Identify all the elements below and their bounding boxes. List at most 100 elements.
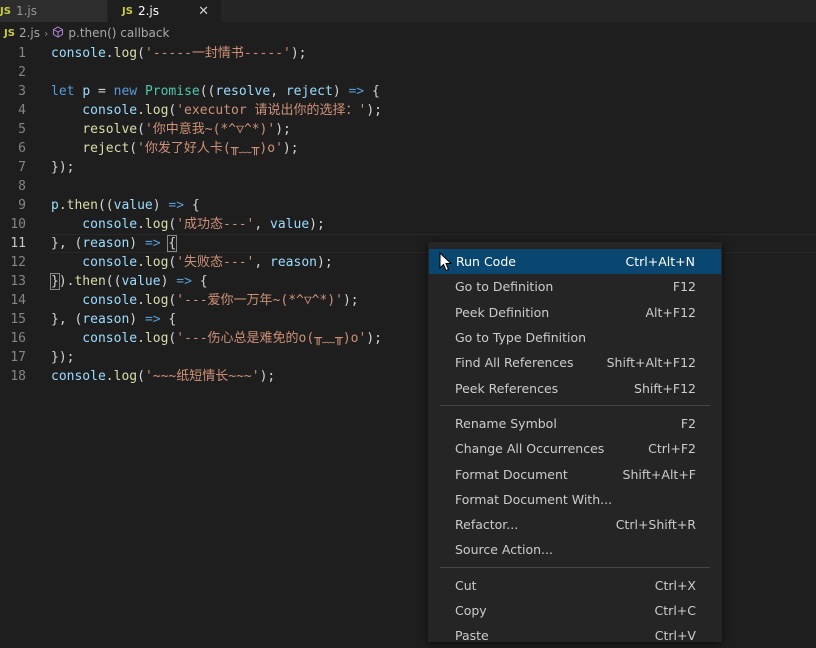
menu-item-format-document[interactable]: Format Document Shift+Alt+F (428, 461, 722, 486)
mouse-pointer-icon (439, 252, 453, 272)
menu-item-label: Refactor... (455, 517, 519, 533)
menu-item-go-to-type-definition[interactable]: Go to Type Definition (428, 325, 722, 350)
code-token: '~~~纸短情长~~~' (144, 369, 260, 384)
code-token: , (254, 217, 271, 232)
menu-item-label: Format Document (455, 466, 568, 482)
js-file-icon: JS (122, 5, 133, 17)
line-number: 5 (18, 122, 26, 137)
code-token: => (144, 236, 161, 251)
code-token: ); (317, 255, 333, 270)
code-line[interactable]: 8 (0, 177, 816, 196)
menu-item-shortcut: Shift+Alt+F (622, 466, 696, 482)
code-token: value (121, 274, 161, 289)
menu-item-paste[interactable]: Paste Ctrl+V (428, 623, 722, 648)
code-token: then (66, 198, 98, 213)
code-token: resolve (82, 122, 138, 137)
code-token: log (144, 217, 169, 232)
menu-item-shortcut: Ctrl+Alt+N (625, 254, 695, 270)
line-number: 3 (18, 84, 26, 99)
menu-item-source-action[interactable]: Source Action... (428, 537, 722, 562)
line-number: 6 (18, 141, 26, 156)
menu-item-go-to-definition[interactable]: Go to Definition F12 (428, 274, 722, 299)
code-line[interactable]: 5 resolve('你中意我~(*^▽^*)'); (0, 120, 816, 139)
code-line[interactable]: 6 reject('你发了好人卡(╥﹏╥)o'); (0, 139, 816, 158)
bracket-match: { (167, 235, 178, 252)
menu-item-shortcut: Shift+F12 (634, 380, 696, 396)
code-token: }, ( (51, 312, 83, 327)
code-token: ); (366, 331, 382, 346)
tab-label: 1.js (15, 4, 37, 18)
code-token: ). (58, 274, 75, 289)
menu-item-label: Run Code (456, 254, 516, 270)
code-token: '---爱你一万年~(*^▽^*)' (176, 293, 343, 308)
menu-item-find-all-references[interactable]: Find All References Shift+Alt+F12 (428, 350, 722, 375)
code-token: ) (129, 236, 145, 251)
code-token: . (137, 293, 145, 308)
code-line[interactable]: 4 console.log('executor 请说出你的选择：'); (0, 101, 816, 120)
code-token: p (82, 84, 91, 99)
code-token: '---伤心总是难免的o(╥﹏╥)o' (176, 331, 367, 346)
code-line[interactable]: 3 let p = new Promise((resolve, reject) =… (0, 82, 816, 101)
menu-item-cut[interactable]: Cut Ctrl+X (428, 573, 722, 598)
menu-item-format-document-with[interactable]: Format Document With... (428, 487, 722, 512)
line-number: 10 (10, 217, 26, 232)
code-text: }).then((value) => { (50, 272, 208, 291)
code-token: ); (275, 122, 291, 137)
js-file-icon: JS (4, 27, 15, 39)
breadcrumb-symbol[interactable]: p.then() callback (68, 26, 169, 40)
menu-item-shortcut: Ctrl+F2 (648, 441, 696, 457)
code-token: '成功态---' (176, 217, 255, 232)
menu-item-copy[interactable]: Copy Ctrl+C (428, 598, 722, 623)
code-token: { (191, 274, 208, 289)
menu-item-change-all-occurrences[interactable]: Change All Occurrences Ctrl+F2 (428, 436, 722, 461)
menu-item-peek-definition[interactable]: Peek Definition Alt+F12 (428, 300, 722, 325)
code-line[interactable]: 10 console.log('成功态---', value); (0, 215, 816, 234)
menu-item-shortcut: Ctrl+X (654, 577, 696, 593)
code-token: = (90, 84, 114, 99)
tab-1-js[interactable]: JS 1.js (0, 0, 108, 22)
code-line[interactable]: 7}); (0, 158, 816, 177)
code-token: log (144, 293, 169, 308)
menu-separator (440, 404, 710, 406)
code-token: (( (105, 274, 122, 289)
line-number: 18 (10, 369, 26, 384)
menu-item-shortcut: F2 (680, 415, 696, 431)
code-token: ); (309, 217, 325, 232)
code-token: Promise (144, 84, 200, 99)
code-token: new (113, 84, 145, 99)
code-text: console.log('-----一封情书-----'); (51, 44, 307, 63)
code-token: ) (160, 274, 177, 289)
code-line[interactable]: 1 console.log('-----一封情书-----'); (0, 44, 816, 63)
breadcrumb-file[interactable]: 2.js (19, 26, 40, 40)
code-token: console (51, 293, 138, 308)
menu-item-shortcut: F12 (672, 279, 696, 295)
code-token: console (51, 255, 138, 270)
menu-item-refactor[interactable]: Refactor... Ctrl+Shift+R (428, 512, 722, 537)
code-token: ( (137, 369, 145, 384)
menu-item-shortcut: Ctrl+Shift+R (615, 517, 696, 533)
close-icon[interactable]: ✕ (198, 4, 209, 19)
code-token: console (51, 369, 106, 384)
menu-item-label: Source Action... (455, 542, 553, 558)
menu-item-rename-symbol[interactable]: Rename Symbol F2 (428, 411, 722, 436)
menu-item-run-code[interactable]: Run Code Ctrl+Alt+N (429, 249, 721, 275)
code-token: { (184, 198, 200, 213)
code-token: let (51, 84, 83, 99)
code-text: console.log('---爱你一万年~(*^▽^*)'); (51, 291, 359, 310)
line-number: 7 (18, 160, 26, 175)
code-line[interactable]: 9 p.then((value) => { (0, 196, 816, 215)
menu-separator (440, 566, 710, 568)
tab-2-js[interactable]: JS 2.js ✕ (108, 0, 222, 22)
menu-item-shortcut: Ctrl+V (654, 628, 696, 644)
code-token: , (270, 84, 286, 99)
menu-item-peek-references[interactable]: Peek References Shift+F12 (428, 375, 722, 400)
code-token: ); (342, 293, 359, 308)
js-file-icon: JS (0, 5, 11, 17)
code-line[interactable]: 2 (0, 63, 816, 82)
menu-item-shortcut: Shift+Alt+F12 (606, 355, 696, 371)
menu-item-label: Peek Definition (455, 304, 550, 320)
code-text: p.then((value) => { (51, 196, 200, 215)
code-token: '-----一封情书-----' (144, 46, 291, 61)
code-token: => (348, 84, 365, 99)
